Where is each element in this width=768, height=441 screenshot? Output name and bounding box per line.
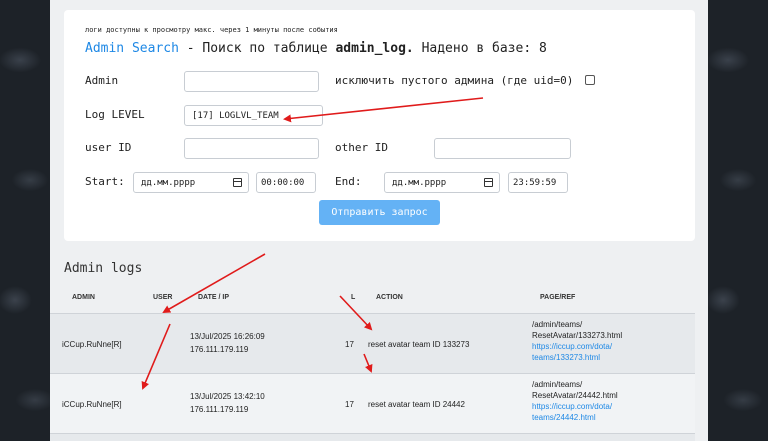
cell-admin: iCCup.RuNne[R]	[62, 400, 122, 409]
table-name: admin_log.	[335, 41, 414, 56]
table-row: iCCup.RuNne[R] 13/Jul/2025 13:42:10 176.…	[50, 374, 695, 434]
end-time-value: 23:59:59	[513, 177, 557, 188]
other-id-label: other ID	[335, 141, 388, 154]
admin-label: Admin	[85, 74, 119, 87]
start-date-placeholder: дд.мм.рррр	[141, 177, 196, 188]
calendar-icon[interactable]	[484, 178, 493, 187]
end-date-input[interactable]: дд.мм.рррр	[384, 172, 500, 193]
page-path-2: ResetAvatar/24442.html	[532, 391, 618, 400]
ref-link-2[interactable]: teams/133273.html	[532, 352, 622, 363]
end-time-input[interactable]: 23:59:59	[508, 172, 568, 193]
other-id-input[interactable]	[434, 138, 571, 159]
column-header-page-ref: PAGE/REF	[540, 294, 576, 301]
cell-date: 13/Jul/2025 16:26:09	[190, 332, 265, 341]
cell-page-ref: /admin/teams/ ResetAvatar/133273.html ht…	[532, 319, 622, 363]
cell-ip: 176.111.179.119	[190, 405, 249, 414]
column-header-date-ip: DATE / IP	[198, 294, 229, 301]
page-path-1: /admin/teams/	[532, 320, 583, 329]
calendar-icon[interactable]	[233, 178, 242, 187]
table-header: ADMIN USER DATE / IP L ACTION PAGE/REF	[50, 285, 695, 314]
page-path-2: ResetAvatar/133273.html	[532, 331, 623, 340]
log-level-label: Log LEVEL	[85, 108, 145, 121]
cell-action: reset avatar team ID 24442	[368, 400, 465, 409]
cell-page-ref: /admin/teams/ ResetAvatar/24442.html htt…	[532, 379, 618, 423]
column-header-user: USER	[153, 294, 173, 301]
log-level-selected: [17] LOGLVL_TEAM	[192, 110, 279, 121]
table-row: iCCup.RuNne[R] 13/Jul/2025 16:26:09 176.…	[50, 314, 695, 374]
column-header-level: L	[351, 294, 356, 301]
log-level-select[interactable]: [17] LOGLVL_TEAM	[184, 105, 323, 126]
app-title[interactable]: Admin Search	[85, 41, 179, 56]
logs-section-title: Admin logs	[64, 261, 143, 276]
ref-link-1[interactable]: https://iccup.com/dota/	[532, 341, 622, 352]
cell-level: 17	[345, 340, 354, 349]
log-delay-note: логи доступны к просмотру макс. через 1 …	[85, 26, 338, 34]
end-date-placeholder: дд.мм.рррр	[392, 177, 447, 188]
title-dash: - Поиск по таблице	[178, 41, 336, 56]
column-header-admin: ADMIN	[72, 294, 95, 301]
page-path-1: /admin/teams/	[532, 380, 583, 389]
background-right	[708, 0, 768, 441]
cell-admin: iCCup.RuNne[R]	[62, 340, 122, 349]
start-label: Start:	[85, 175, 125, 188]
background-left	[0, 0, 50, 441]
logs-table: ADMIN USER DATE / IP L ACTION PAGE/REF i…	[50, 285, 695, 441]
start-date-input[interactable]: дд.мм.рррр	[133, 172, 249, 193]
user-id-label: user ID	[85, 141, 132, 154]
submit-button[interactable]: Отправить запрос	[319, 200, 440, 225]
exclude-empty-admin-checkbox[interactable]	[585, 75, 595, 85]
table-row	[50, 434, 695, 441]
end-label: End:	[335, 175, 362, 188]
ref-link-2[interactable]: teams/24442.html	[532, 412, 618, 423]
column-header-action: ACTION	[376, 294, 403, 301]
start-time-input[interactable]: 00:00:00	[256, 172, 316, 193]
ref-link-1[interactable]: https://iccup.com/dota/	[532, 401, 618, 412]
exclude-empty-admin-label: исключить пустого админа (где uid=0)	[335, 74, 574, 87]
found-count: Надено в базе: 8	[413, 41, 547, 56]
cell-ip: 176.111.179.119	[190, 345, 249, 354]
page-title: Admin Search - Поиск по таблице admin_lo…	[85, 41, 547, 56]
admin-input[interactable]	[184, 71, 319, 92]
start-time-value: 00:00:00	[261, 177, 305, 188]
cell-date: 13/Jul/2025 13:42:10	[190, 392, 265, 401]
cell-level: 17	[345, 400, 354, 409]
user-id-input[interactable]	[184, 138, 319, 159]
cell-action: reset avatar team ID 133273	[368, 340, 470, 349]
